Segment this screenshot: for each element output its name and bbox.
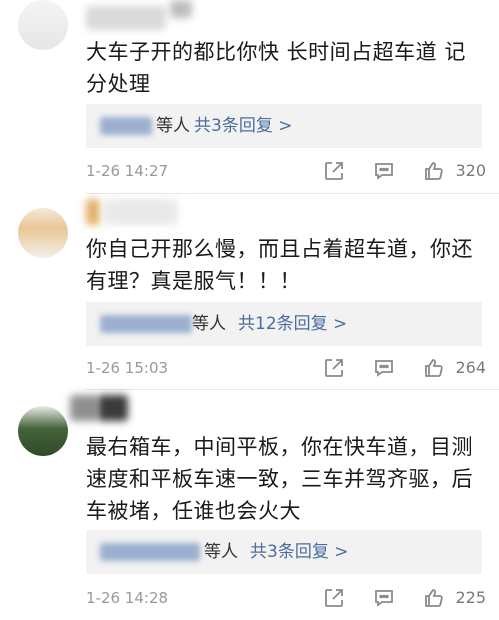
comment-1: 大车子开的都比你快 长时间占超车道 记分处理 等人 共3条回复 > 1-26 1… [0, 0, 499, 195]
comment-icon[interactable] [372, 356, 396, 380]
comment-text: 你自己开那么慢，而且占着超车道，你还有理？真是服气！！！ [86, 237, 473, 293]
like-icon[interactable] [422, 586, 446, 610]
share-icon[interactable] [322, 159, 346, 183]
comment-footer: 1-26 14:28 225 [86, 583, 486, 613]
username-blurred-2 [104, 199, 178, 225]
reply-usernames-blurred [100, 543, 200, 561]
username-blurred-2 [170, 0, 192, 18]
comment-footer: 1-26 14:27 320 [86, 156, 486, 186]
comment-3: 最右箱车，中间平板，你在快车道，目测速度和平板车速一致，三车并驾齐驱，后车被堵，… [0, 391, 499, 620]
timestamp: 1-26 14:27 [86, 162, 169, 180]
like-count: 320 [455, 161, 486, 180]
reply-preview[interactable]: 等人 共3条回复 > [86, 104, 482, 148]
reply-count-link[interactable]: 共12条回复 > [238, 302, 347, 346]
like-icon[interactable] [422, 356, 446, 380]
username-blurred[interactable] [70, 395, 98, 421]
divider [86, 389, 499, 390]
like-icon[interactable] [422, 159, 446, 183]
comment-text: 大车子开的都比你快 长时间占超车道 记分处理 [86, 40, 466, 96]
reply-usernames-blurred [100, 315, 192, 333]
reply-preview[interactable]: 等人 共12条回复 > [86, 302, 482, 346]
divider [86, 193, 499, 194]
reply-count-link[interactable]: 共3条回复 > [194, 104, 292, 148]
reply-preview[interactable]: 等人 共3条回复 > [86, 530, 482, 574]
avatar[interactable] [18, 208, 68, 258]
username-blurred[interactable] [86, 6, 166, 30]
comment-icon[interactable] [372, 159, 396, 183]
avatar[interactable] [18, 406, 68, 456]
username-blurred-2 [98, 395, 128, 421]
avatar[interactable] [18, 0, 68, 50]
comment-footer: 1-26 15:03 264 [86, 353, 486, 383]
like-count: 264 [455, 358, 486, 377]
comment-2: 你自己开那么慢，而且占着超车道，你还有理？真是服气！！！ 等人 共12条回复 >… [0, 195, 499, 391]
reply-suffix: 等人 [192, 314, 226, 334]
username-blurred[interactable] [86, 199, 100, 225]
reply-suffix: 等人 [156, 116, 190, 136]
comment-icon[interactable] [372, 586, 396, 610]
reply-suffix: 等人 [204, 542, 238, 562]
timestamp: 1-26 15:03 [86, 359, 169, 377]
reply-usernames-blurred [100, 117, 152, 135]
comment-text: 最右箱车，中间平板，你在快车道，目测速度和平板车速一致，三车并驾齐驱，后车被堵，… [86, 435, 473, 523]
share-icon[interactable] [322, 586, 346, 610]
share-icon[interactable] [322, 356, 346, 380]
reply-count-link[interactable]: 共3条回复 > [250, 530, 348, 574]
timestamp: 1-26 14:28 [86, 589, 169, 607]
like-count: 225 [455, 588, 486, 607]
